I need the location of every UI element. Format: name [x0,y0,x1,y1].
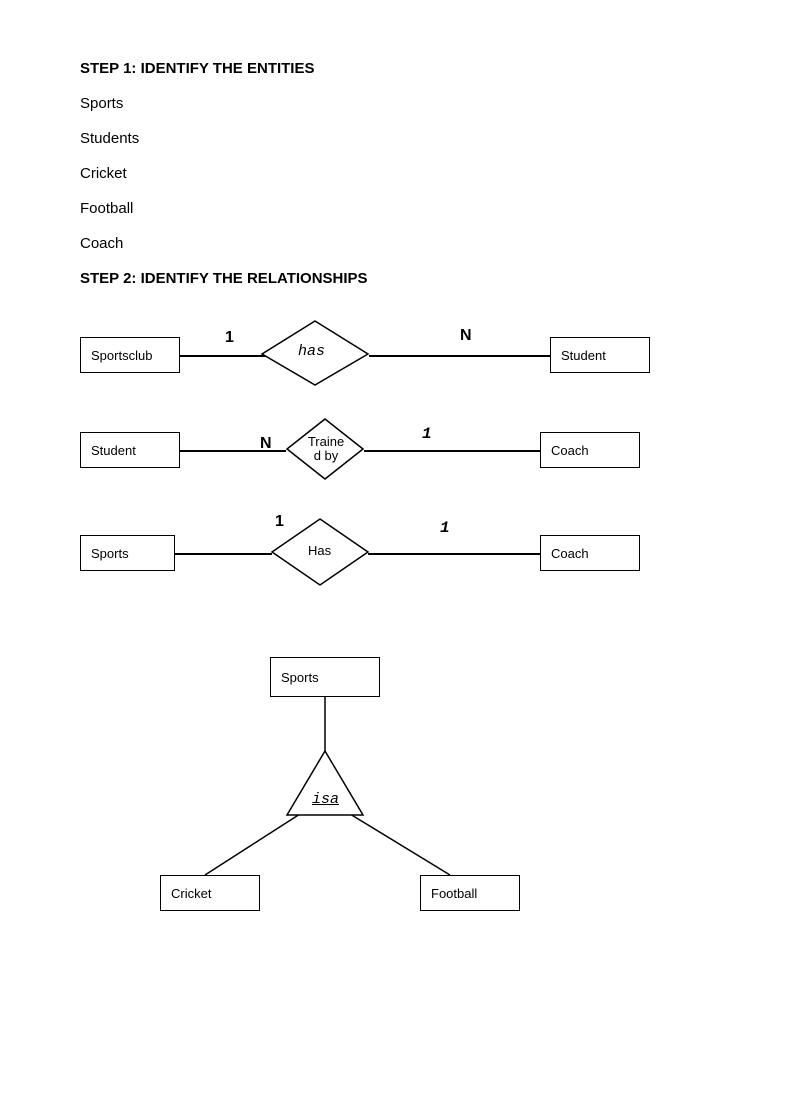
entity-football: Football [420,875,520,911]
entity-label: Coach [551,443,589,458]
entity-label: Sportsclub [91,348,152,363]
entity-label: Student [561,348,606,363]
entity-cricket: Cricket [160,875,260,911]
cardinality-right: N [460,327,472,345]
entity-label: Coach [551,546,589,561]
relationship-label: Has [308,543,331,558]
connector-line [368,553,540,555]
step2-title: STEP 2: IDENTIFY THE RELATIONSHIPS [80,270,720,287]
entity-item: Students [80,130,720,147]
entity-sports: Sports [80,535,175,571]
relationship-label: has [298,343,325,360]
connector-line [364,450,540,452]
diagram-area: Sportsclub 1 has N Student Student N Tra… [80,317,720,1037]
entity-label: Student [91,443,136,458]
entity-label: Cricket [171,886,211,901]
entity-label: Sports [91,546,129,561]
connector-line [369,355,550,357]
entity-item: Sports [80,95,720,112]
isa-triangle [285,749,365,819]
entity-item: Cricket [80,165,720,182]
cardinality-right: 1 [440,519,450,537]
cardinality-left: 1 [225,329,234,347]
isa-label: isa [312,791,339,808]
entity-item: Football [80,200,720,217]
entity-coach: Coach [540,432,640,468]
entity-sports-parent: Sports [270,657,380,697]
connector-line [175,553,272,555]
entity-student: Student [80,432,180,468]
entity-sportsclub: Sportsclub [80,337,180,373]
entity-label: Football [431,886,477,901]
entity-coach: Coach [540,535,640,571]
cardinality-right: 1 [422,425,432,443]
entity-label: Sports [281,670,319,685]
cardinality-left: N [260,435,272,453]
entity-item: Coach [80,235,720,252]
step1-title: STEP 1: IDENTIFY THE ENTITIES [80,60,720,77]
relationship-label: Traine d by [306,435,346,463]
entity-student: Student [550,337,650,373]
